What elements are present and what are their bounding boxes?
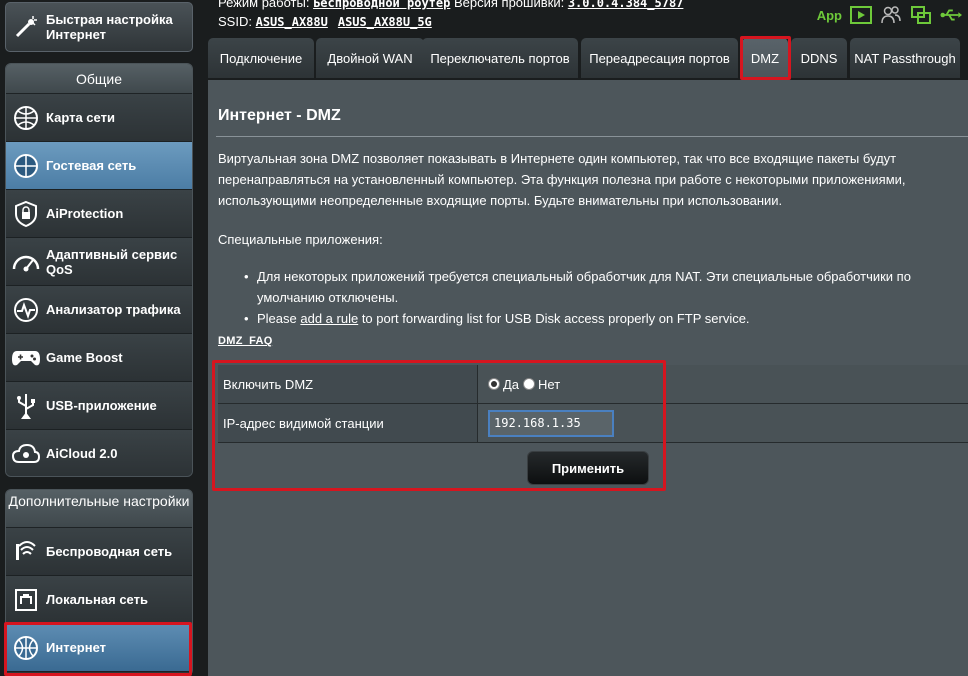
sidebar-item-traffic-analyzer[interactable]: Анализатор трафика: [6, 286, 192, 334]
magic-wand-icon: [6, 7, 46, 47]
sidebar-item-label: Адаптивный сервис QoS: [46, 246, 178, 277]
tab-ddns[interactable]: DDNS: [791, 38, 847, 78]
play-icon[interactable]: [850, 5, 872, 25]
usb-status-icon[interactable]: [940, 5, 962, 25]
ssid-link-2[interactable]: ASUS_AX88U_5G: [338, 15, 432, 29]
sidebar-item-label: Гостевая сеть: [46, 158, 137, 173]
ssid-link-1[interactable]: ASUS_AX88U: [256, 15, 328, 29]
status-line-ssid: SSID: ASUS_AX88U ASUS_AX88U_5G: [218, 14, 432, 29]
mode-label: Режим работы:: [218, 0, 310, 10]
special-apps-list: Для некоторых приложений требуется специ…: [244, 266, 944, 329]
sidebar-item-usb-application[interactable]: USB-приложение: [6, 382, 192, 430]
exposed-station-label: IP-адрес видимой станции: [218, 404, 478, 442]
title-divider: [216, 136, 968, 137]
bullet-1-text: Для некоторых приложений требуется специ…: [257, 269, 911, 305]
sidebar: Быстрая настройка Интернет Общие Карта с…: [0, 0, 200, 676]
guest-network-icon: [6, 146, 46, 186]
special-apps-heading: Специальные приложения:: [218, 232, 383, 247]
sidebar-item-qos[interactable]: Адаптивный сервис QoS: [6, 238, 192, 286]
sidebar-item-label: Интернет: [46, 640, 107, 655]
gauge-icon: [6, 242, 46, 282]
sidebar-item-label: Локальная сеть: [46, 592, 148, 607]
wifi-icon: [6, 532, 46, 572]
sidebar-item-label: Game Boost: [46, 350, 123, 365]
sidebar-item-internet[interactable]: Интернет: [6, 624, 192, 672]
sidebar-item-label: Карта сети: [46, 110, 115, 125]
list-item: Для некоторых приложений требуется специ…: [244, 266, 944, 308]
dmz-no-label[interactable]: Нет: [538, 377, 560, 392]
sidebar-item-lan[interactable]: Локальная сеть: [6, 576, 192, 624]
page-title: Интернет - DMZ: [218, 107, 341, 124]
status-bar: Режим работы: Беспроводной роутер Версия…: [210, 0, 968, 36]
apply-button[interactable]: Применить: [527, 451, 649, 485]
gamepad-icon: [6, 338, 46, 378]
usb-icon: [6, 386, 46, 426]
tab-dual-wan[interactable]: Двойной WAN: [316, 38, 424, 78]
list-item: Please add a rule to port forwarding lis…: [244, 308, 944, 329]
sidebar-item-aiprotection[interactable]: AiProtection: [6, 190, 192, 238]
status-line-mode: Режим работы: Беспроводной роутер Версия…: [218, 0, 683, 10]
bullet-2-post: to port forwarding list for USB Disk acc…: [358, 311, 750, 326]
sidebar-item-label: Беспроводная сеть: [46, 544, 173, 559]
sidebar-item-wireless[interactable]: Беспроводная сеть: [6, 528, 192, 576]
enable-dmz-row: Включить DMZ Да Нет: [218, 365, 968, 404]
ssid-label: SSID:: [218, 14, 252, 29]
lan-icon: [6, 580, 46, 620]
tab-connection[interactable]: Подключение: [208, 38, 314, 78]
bullet-2-pre: Please: [257, 311, 301, 326]
cloud-icon: [6, 434, 46, 474]
dmz-yes-label[interactable]: Да: [503, 377, 519, 392]
exposed-station-ip-input[interactable]: 192.168.1.35: [488, 409, 614, 437]
globe-icon: [6, 628, 46, 668]
general-group-title: Общие: [6, 64, 192, 94]
users-icon[interactable]: [880, 5, 902, 25]
quick-setup-label: Быстрая настройка Интернет: [46, 12, 173, 42]
tab-port-forwarding[interactable]: Переадресация портов: [581, 38, 738, 78]
sidebar-item-label: AiCloud 2.0: [46, 446, 118, 461]
mode-value-link[interactable]: Беспроводной роутер: [313, 0, 450, 10]
sidebar-item-guest-network[interactable]: Гостевая сеть: [6, 142, 192, 190]
main-panel: Интернет - DMZ Виртуальная зона DMZ позв…: [208, 80, 968, 676]
dmz-description: Виртуальная зона DMZ позволяет показыват…: [218, 151, 906, 208]
add-rule-link[interactable]: add a rule: [300, 311, 358, 326]
advanced-menu-group: Дополнительные настройки Беспроводная се…: [5, 489, 193, 676]
sidebar-item-label: AiProtection: [46, 206, 124, 221]
firmware-label: Версия прошивки:: [453, 0, 565, 10]
sidebar-item-network-map[interactable]: Карта сети: [6, 94, 192, 142]
shield-icon: [6, 194, 46, 234]
windows-icon[interactable]: [910, 5, 932, 25]
top-icons: App: [817, 5, 962, 25]
enable-dmz-field: Да Нет: [478, 365, 968, 403]
dmz-no-radio[interactable]: [523, 378, 536, 390]
exposed-station-field: 192.168.1.35: [478, 404, 968, 442]
firmware-value-link[interactable]: 3.0.0.4.384_5787: [568, 0, 684, 10]
sidebar-item-label: USB-приложение: [46, 398, 157, 413]
tab-dmz[interactable]: DMZ: [742, 38, 788, 78]
dmz-yes-radio[interactable]: [488, 378, 500, 390]
network-map-icon: [6, 98, 46, 138]
quick-setup-button[interactable]: Быстрая настройка Интернет: [5, 2, 193, 52]
sidebar-item-aicloud[interactable]: AiCloud 2.0: [6, 430, 192, 476]
general-menu-group: Общие Карта сети Гостевая сеть AiProtect…: [5, 63, 193, 477]
traffic-analyzer-icon: [6, 290, 46, 330]
enable-dmz-label: Включить DMZ: [218, 365, 478, 403]
dmz-settings-table: Включить DMZ Да Нет IP-адрес видимой ста…: [218, 365, 968, 443]
tab-port-trigger[interactable]: Переключатель портов: [422, 38, 578, 78]
dmz-faq-link[interactable]: DMZ_FAQ: [218, 335, 273, 347]
advanced-group-title: Дополнительные настройки: [6, 490, 192, 528]
app-link[interactable]: App: [817, 8, 842, 23]
sidebar-item-label: Анализатор трафика: [46, 302, 181, 317]
exposed-station-row: IP-адрес видимой станции 192.168.1.35: [218, 404, 968, 443]
tab-nat-passthrough[interactable]: NAT Passthrough: [850, 38, 960, 78]
sidebar-item-game-boost[interactable]: Game Boost: [6, 334, 192, 382]
